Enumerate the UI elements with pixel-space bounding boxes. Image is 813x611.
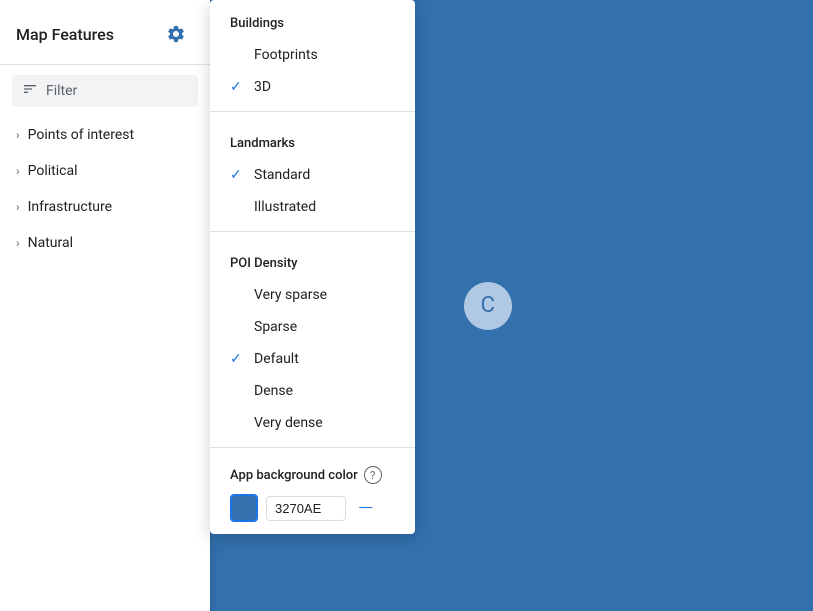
filter-icon xyxy=(22,81,38,101)
check-3d: ✓ xyxy=(230,79,246,95)
filter-label: Filter xyxy=(46,83,77,99)
sidebar-item-political[interactable]: › Political xyxy=(0,153,210,189)
very-dense-label: Very dense xyxy=(254,415,323,431)
dropdown-menu: Buildings Footprints ✓ 3D Landmarks ✓ St… xyxy=(210,0,415,534)
dense-label: Dense xyxy=(254,383,293,399)
sidebar-item-infrastructure[interactable]: › Infrastructure xyxy=(0,189,210,225)
sidebar-header: Map Features xyxy=(0,0,210,65)
sidebar: Map Features Filter › Points of interest… xyxy=(0,0,210,611)
menu-item-dense[interactable]: Dense xyxy=(210,375,415,407)
nav-label-political: Political xyxy=(28,163,78,179)
loading-spinner: C xyxy=(464,282,512,330)
spinner-icon: C xyxy=(481,293,495,318)
sidebar-nav: › Points of interest › Political › Infra… xyxy=(0,117,210,611)
color-swatch[interactable] xyxy=(230,494,258,522)
menu-item-very-dense[interactable]: Very dense xyxy=(210,407,415,439)
divider-3 xyxy=(210,447,415,448)
very-sparse-label: Very sparse xyxy=(254,287,327,303)
color-label-row: App background color ? xyxy=(230,466,395,484)
divider-2 xyxy=(210,231,415,232)
nav-label-infrastructure: Infrastructure xyxy=(28,199,112,215)
section-poi-density-label: POI Density xyxy=(210,240,415,279)
color-value-input[interactable] xyxy=(266,496,346,521)
section-buildings-label: Buildings xyxy=(210,0,415,39)
sparse-label: Sparse xyxy=(254,319,297,335)
standard-label: Standard xyxy=(254,167,310,183)
menu-item-standard[interactable]: ✓ Standard xyxy=(210,159,415,191)
footprints-label: Footprints xyxy=(254,47,318,63)
sidebar-item-natural[interactable]: › Natural xyxy=(0,225,210,261)
color-section: App background color ? — xyxy=(210,456,415,522)
sidebar-item-poi[interactable]: › Points of interest xyxy=(0,117,210,153)
help-icon[interactable]: ? xyxy=(364,466,382,484)
divider-1 xyxy=(210,111,415,112)
menu-item-footprints[interactable]: Footprints xyxy=(210,39,415,71)
gear-button[interactable] xyxy=(158,16,194,52)
nav-arrow-political: › xyxy=(16,164,20,178)
menu-item-illustrated[interactable]: Illustrated xyxy=(210,191,415,223)
minus-button[interactable]: — xyxy=(354,498,377,518)
section-landmarks-label: Landmarks xyxy=(210,120,415,159)
menu-item-sparse[interactable]: Sparse xyxy=(210,311,415,343)
nav-arrow-poi: › xyxy=(16,128,20,142)
menu-item-very-sparse[interactable]: Very sparse xyxy=(210,279,415,311)
color-input-row: — xyxy=(230,494,395,522)
check-default: ✓ xyxy=(230,351,246,367)
color-label: App background color xyxy=(230,468,358,483)
nav-label-natural: Natural xyxy=(28,235,73,251)
check-standard: ✓ xyxy=(230,167,246,183)
menu-item-default[interactable]: ✓ Default xyxy=(210,343,415,375)
nav-arrow-natural: › xyxy=(16,236,20,250)
filter-bar[interactable]: Filter xyxy=(12,75,198,107)
nav-label-poi: Points of interest xyxy=(28,127,134,143)
default-label: Default xyxy=(254,351,299,367)
illustrated-label: Illustrated xyxy=(254,199,316,215)
3d-label: 3D xyxy=(254,79,271,95)
nav-arrow-infrastructure: › xyxy=(16,200,20,214)
menu-item-3d[interactable]: ✓ 3D xyxy=(210,71,415,103)
sidebar-title: Map Features xyxy=(16,25,114,44)
